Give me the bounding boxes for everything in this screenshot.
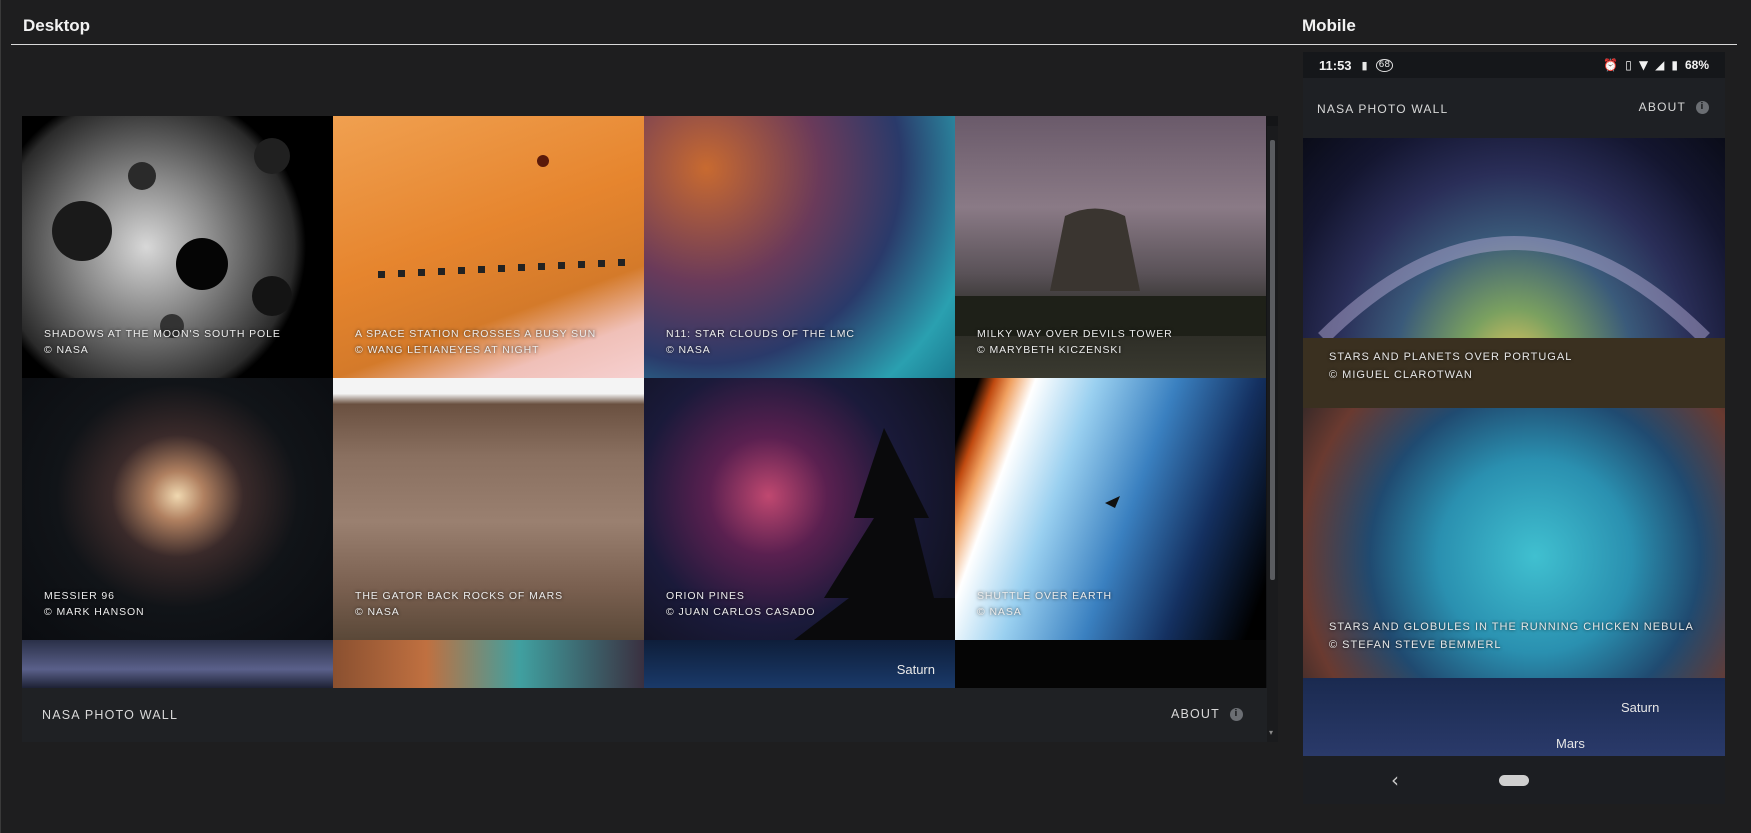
vibrate-icon: ▯ — [1625, 58, 1632, 72]
photo-tile[interactable]: THE GATOR BACK ROCKS OF MARS © NASA — [333, 378, 644, 640]
tile-title: ORION PINES — [666, 590, 745, 602]
scrollbar-thumb[interactable] — [1270, 140, 1275, 580]
photo-tile[interactable]: MESSIER 96 © MARK HANSON — [22, 378, 333, 640]
photo-grid: SHADOWS AT THE MOON'S SOUTH POLE © NASA A… — [22, 116, 1267, 689]
tile-title: SHADOWS AT THE MOON'S SOUTH POLE — [44, 328, 281, 340]
tile-credit: © MARYBETH KICZENSKI — [977, 344, 1123, 356]
tile-credit: © STEFAN STEVE BEMMERL — [1329, 639, 1502, 651]
info-icon: i — [1230, 707, 1243, 721]
photo-tile[interactable]: STARS AND PLANETS OVER PORTUGAL © MIGUEL … — [1303, 138, 1725, 408]
tile-title: MILKY WAY OVER DEVILS TOWER — [977, 328, 1173, 340]
tile-credit: © NASA — [355, 606, 400, 618]
battery-percent: 68% — [1684, 58, 1709, 72]
info-icon: i — [1696, 100, 1709, 114]
photo-tile[interactable] — [955, 640, 1266, 689]
mobile-label: Mobile — [1302, 16, 1356, 35]
tile-label-saturn: Saturn — [896, 662, 935, 677]
tile-title: SHUTTLE OVER EARTH — [977, 590, 1113, 602]
notification-count-badge: 68 — [1375, 58, 1394, 72]
tile-credit: © MARK HANSON — [44, 606, 145, 618]
tile-label-saturn: Saturn — [1621, 700, 1660, 715]
header-divider — [11, 44, 1737, 45]
mobile-preview: 11:53 ▮ 68 ⏰ ▯ ▼ ◢ ▮ 68% NASA PHOTO WALL… — [1303, 52, 1725, 804]
home-icon[interactable] — [1499, 775, 1529, 786]
photo-tile[interactable]: A SPACE STATION CROSSES A BUSY SUN © WANG… — [333, 116, 644, 378]
photo-tile[interactable]: Saturn — [644, 640, 955, 689]
brand-title[interactable]: NASA PHOTO WALL — [42, 708, 178, 722]
about-label: ABOUT — [1638, 100, 1686, 114]
notification-icon: ▮ — [1361, 58, 1368, 72]
tile-title: STARS AND GLOBULES IN THE RUNNING CHICKE… — [1329, 621, 1694, 633]
alarm-icon: ⏰ — [1603, 58, 1619, 72]
battery-icon: ▮ — [1671, 58, 1678, 72]
photo-tile[interactable]: N11: STAR CLOUDS OF THE LMC © NASA — [644, 116, 955, 378]
desktop-label: Desktop — [23, 16, 91, 35]
about-link[interactable]: ABOUT i — [1639, 100, 1709, 114]
wifi-icon: ▼ — [1638, 58, 1649, 72]
tile-title: N11: STAR CLOUDS OF THE LMC — [666, 328, 855, 340]
back-icon[interactable]: ‹ — [1391, 768, 1399, 792]
tile-title: A SPACE STATION CROSSES A BUSY SUN — [355, 328, 597, 340]
tile-credit: © NASA — [977, 606, 1022, 618]
window-edge — [0, 0, 1, 833]
tile-credit: © MIGUEL CLAROTWAN — [1329, 369, 1473, 381]
mobile-header: NASA PHOTO WALL ABOUT i — [1303, 78, 1725, 138]
photo-tile[interactable]: SHADOWS AT THE MOON'S SOUTH POLE © NASA — [22, 116, 333, 378]
tile-title: THE GATOR BACK ROCKS OF MARS — [355, 590, 564, 602]
photo-tile[interactable]: STARS AND GLOBULES IN THE RUNNING CHICKE… — [1303, 408, 1725, 678]
desktop-preview: SHADOWS AT THE MOON'S SOUTH POLE © NASA A… — [22, 116, 1278, 742]
status-time: 11:53 — [1319, 57, 1352, 73]
photo-tile[interactable]: ORION PINES © JUAN CARLOS CASADO — [644, 378, 955, 640]
tile-title: MESSIER 96 — [44, 590, 115, 602]
about-label: ABOUT — [1170, 707, 1220, 721]
tile-credit: © NASA — [666, 344, 711, 356]
photo-tile[interactable]: SHUTTLE OVER EARTH © NASA — [955, 378, 1266, 640]
tile-title: STARS AND PLANETS OVER PORTUGAL — [1329, 351, 1573, 363]
photo-tile[interactable] — [22, 640, 333, 689]
tile-credit: © JUAN CARLOS CASADO — [666, 606, 816, 618]
scrollbar[interactable]: ▾ — [1267, 126, 1278, 742]
tile-label-mars: Mars — [1556, 736, 1585, 751]
status-bar: 11:53 ▮ 68 ⏰ ▯ ▼ ◢ ▮ 68% — [1303, 52, 1725, 78]
signal-icon: ◢ — [1655, 58, 1665, 72]
photo-tile[interactable]: MILKY WAY OVER DEVILS TOWER © MARYBETH KI… — [955, 116, 1266, 378]
brand-title[interactable]: NASA PHOTO WALL — [1317, 102, 1448, 116]
tile-credit: © NASA — [44, 344, 89, 356]
tile-credit: © WANG LETIANEYES AT NIGHT — [355, 344, 540, 356]
android-nav-bar: ‹ — [1303, 756, 1725, 804]
photo-tile[interactable] — [333, 640, 644, 689]
footer-bar: NASA PHOTO WALL ABOUT i — [22, 688, 1267, 742]
scroll-down-arrow-icon[interactable]: ▾ — [1269, 728, 1273, 737]
about-link[interactable]: ABOUT i — [1171, 707, 1243, 721]
photo-tile[interactable]: Saturn Mars — [1303, 678, 1725, 756]
